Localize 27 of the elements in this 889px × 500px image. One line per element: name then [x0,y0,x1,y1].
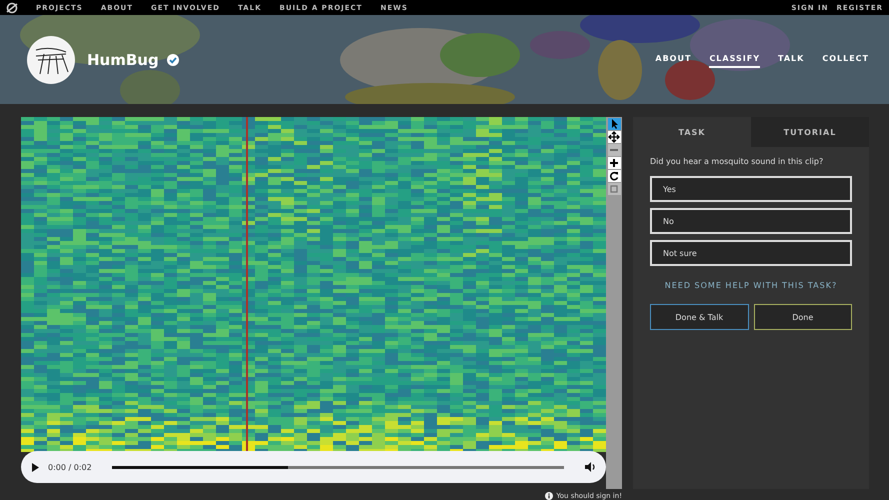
project-title: HumBug [87,50,159,68]
move-tool-button[interactable] [608,131,620,143]
info-icon [545,492,554,500]
answer-option[interactable]: No [650,208,852,234]
project-nav-tab[interactable]: ABOUT [655,51,692,68]
task-question: Did you hear a mosquito sound in this clip? [650,157,824,166]
project-nav-tab[interactable]: TALK [778,51,804,68]
action-button[interactable]: Done & Talk [650,304,748,330]
action-button[interactable]: Done [754,304,852,330]
volume-icon[interactable] [584,461,596,473]
help-link[interactable]: NEED SOME HELP WITH THIS TASK? [650,281,852,290]
answer-option[interactable]: Not sure [650,240,852,266]
move-icon [608,131,620,143]
rotate-icon [608,170,620,182]
project-nav-tab[interactable]: CLASSIFY [709,51,760,68]
zooniverse-logo-icon[interactable] [6,2,18,14]
reset-icon [608,183,620,195]
rotate-tool-button[interactable] [608,170,620,182]
seek-bar[interactable] [112,466,564,468]
project-nav-tab[interactable]: COLLECT [822,51,869,68]
playback-time: 0:00 / 0:02 [48,462,92,472]
pointer-tool-button[interactable] [608,118,620,130]
zoom-in-icon [608,157,620,169]
answer-option[interactable]: Yes [650,176,852,202]
zoom-in-tool-button[interactable] [608,157,620,169]
play-icon[interactable] [31,462,40,472]
panel-tab[interactable]: TUTORIAL [751,117,869,147]
